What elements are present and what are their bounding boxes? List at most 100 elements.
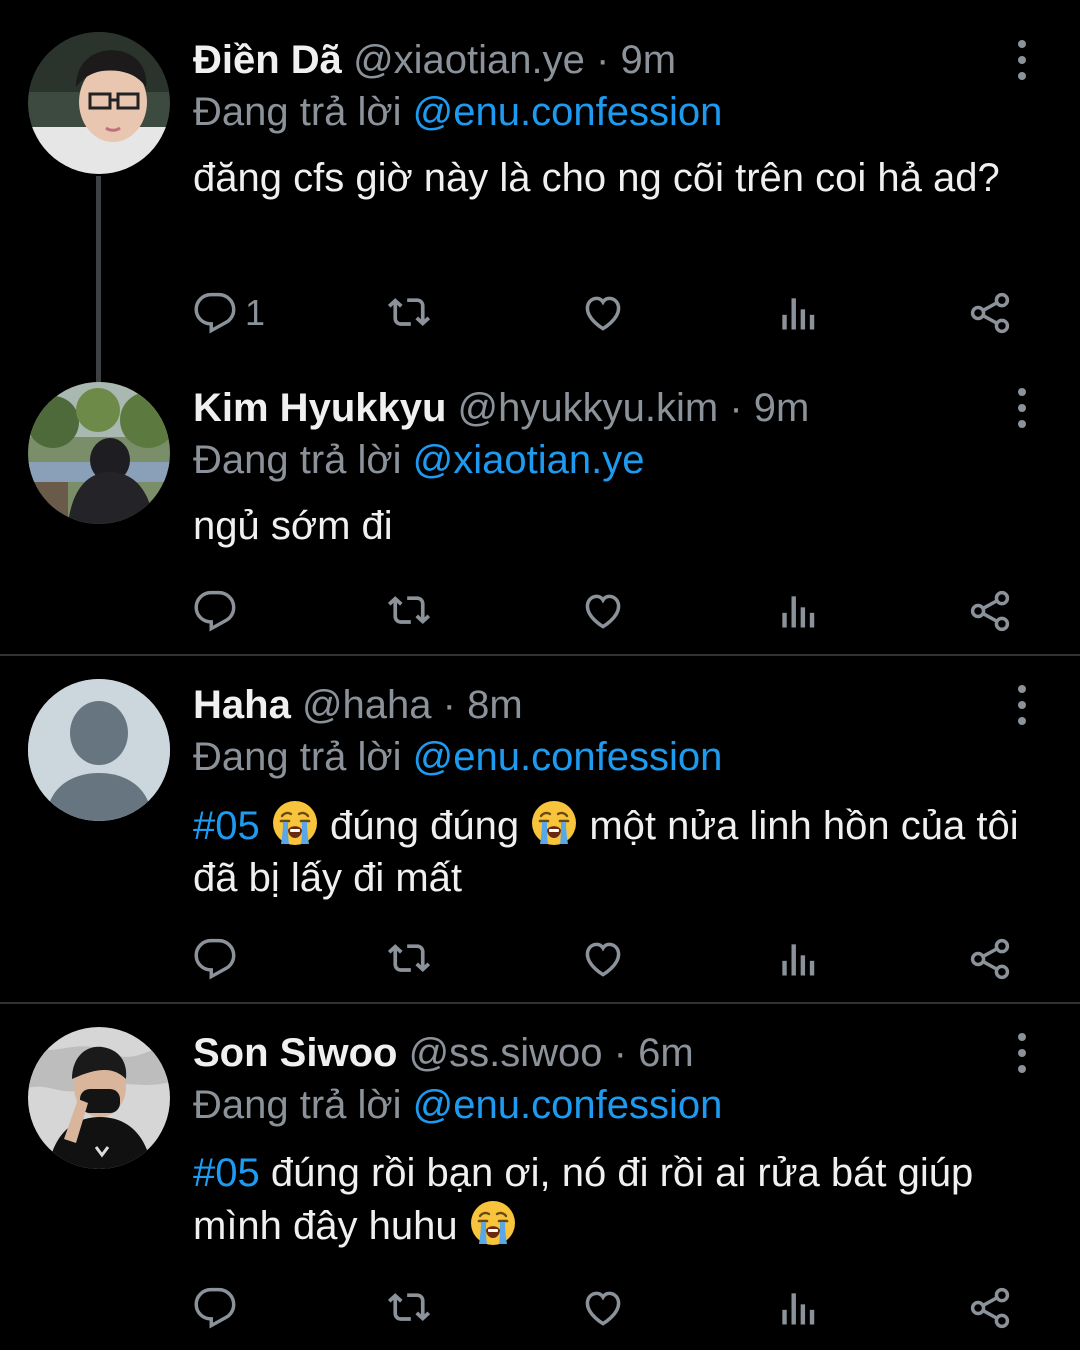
avatar-kim-hyukkyu[interactable] xyxy=(28,382,170,524)
retweet-icon xyxy=(387,589,431,633)
retweet-icon xyxy=(387,937,431,981)
action-bar xyxy=(0,1283,1080,1333)
views-icon xyxy=(775,937,819,981)
views-button[interactable] xyxy=(775,1283,819,1333)
hashtag-link[interactable]: #05 xyxy=(193,804,260,848)
tweet-text: #05 đúng rồi bạn ơi, nó đi rồi ai rửa bá… xyxy=(193,1147,1033,1252)
divider xyxy=(0,654,1080,656)
loudly-crying-face-emoji xyxy=(530,799,578,847)
tweet-text-part: đúng rồi bạn ơi, nó đi rồi ai rửa bát gi… xyxy=(193,1151,974,1248)
replying-to-link[interactable]: @enu.confession xyxy=(413,1083,723,1127)
share-icon xyxy=(968,291,1012,335)
default-avatar-icon xyxy=(28,679,170,821)
share-button[interactable] xyxy=(968,934,1012,984)
hashtag-link[interactable]: #05 xyxy=(193,1151,260,1195)
loudly-crying-face-emoji xyxy=(469,1199,517,1247)
author-name[interactable]: Kim Hyukkyu xyxy=(193,386,446,430)
reply-icon xyxy=(193,589,237,633)
heart-icon xyxy=(581,589,625,633)
views-icon xyxy=(775,291,819,335)
reply-button[interactable] xyxy=(193,934,237,984)
replying-to-link[interactable]: @enu.confession xyxy=(413,735,723,779)
share-icon xyxy=(968,589,1012,633)
tweet-header: Điền Dã @xiaotian.ye · 9m xyxy=(193,30,676,90)
author-name[interactable]: Son Siwoo xyxy=(193,1031,397,1075)
replying-to-link[interactable]: @enu.confession xyxy=(413,90,723,134)
like-button[interactable] xyxy=(581,288,625,338)
more-options-icon[interactable] xyxy=(1005,685,1039,725)
retweet-button[interactable] xyxy=(387,288,431,338)
retweet-icon xyxy=(387,1286,431,1330)
more-options-icon[interactable] xyxy=(1005,40,1039,80)
tweet-header: Son Siwoo @ss.siwoo · 6m xyxy=(193,1023,694,1083)
heart-icon xyxy=(581,1286,625,1330)
action-bar xyxy=(0,934,1080,984)
replying-to: Đang trả lời @enu.confession xyxy=(193,1077,722,1133)
tweet-text-part: đúng đúng xyxy=(330,804,520,848)
author-handle[interactable]: @hyukkyu.kim xyxy=(458,386,719,430)
replying-to: Đang trả lời @enu.confession xyxy=(193,729,722,785)
avatar-default[interactable] xyxy=(28,679,170,821)
timestamp[interactable]: 9m xyxy=(754,386,810,430)
reply-icon xyxy=(193,291,237,335)
reply-button[interactable] xyxy=(193,1283,237,1333)
tweet-text: ngủ sớm đi xyxy=(193,504,393,548)
replying-prefix: Đang trả lời xyxy=(193,90,413,134)
tweet-header: Kim Hyukkyu @hyukkyu.kim · 9m xyxy=(193,378,809,438)
replying-to: Đang trả lời @enu.confession xyxy=(193,84,722,140)
timestamp[interactable]: 6m xyxy=(638,1031,694,1075)
share-button[interactable] xyxy=(968,586,1012,636)
reply-button[interactable]: 1 xyxy=(193,288,265,338)
share-button[interactable] xyxy=(968,288,1012,338)
like-button[interactable] xyxy=(581,586,625,636)
more-options-icon[interactable] xyxy=(1005,1033,1039,1073)
views-button[interactable] xyxy=(775,586,819,636)
separator: · xyxy=(584,38,621,82)
separator: · xyxy=(602,1031,639,1075)
separator: · xyxy=(718,386,754,430)
reply-button[interactable] xyxy=(193,586,237,636)
replying-prefix: Đang trả lời xyxy=(193,438,413,482)
tweet-text: đăng cfs giờ này là cho ng cõi trên coi … xyxy=(193,156,1000,200)
heart-icon xyxy=(581,937,625,981)
reply-icon xyxy=(193,1286,237,1330)
thread-connector-line xyxy=(96,176,101,382)
author-handle[interactable]: @ss.siwoo xyxy=(409,1031,603,1075)
action-bar xyxy=(0,586,1080,636)
separator: · xyxy=(431,683,468,727)
like-button[interactable] xyxy=(581,934,625,984)
loudly-crying-face-emoji xyxy=(271,799,319,847)
replying-prefix: Đang trả lời xyxy=(193,1083,413,1127)
avatar-dien-da[interactable] xyxy=(28,32,170,174)
views-icon xyxy=(775,589,819,633)
views-button[interactable] xyxy=(775,934,819,984)
tweet-text: #05 đúng đúng một nửa linh hồn của tôi đ… xyxy=(193,799,1033,904)
reply-count: 1 xyxy=(245,292,266,333)
retweet-button[interactable] xyxy=(387,934,431,984)
reply-icon xyxy=(193,937,237,981)
views-icon xyxy=(775,1286,819,1330)
retweet-button[interactable] xyxy=(387,586,431,636)
author-name[interactable]: Điền Dã xyxy=(193,38,342,82)
author-handle[interactable]: @haha xyxy=(302,683,432,727)
share-icon xyxy=(968,1286,1012,1330)
author-handle[interactable]: @xiaotian.ye xyxy=(353,38,585,82)
retweet-icon xyxy=(387,291,431,335)
replying-to-link[interactable]: @xiaotian.ye xyxy=(413,438,645,482)
views-button[interactable] xyxy=(775,288,819,338)
replying-prefix: Đang trả lời xyxy=(193,735,413,779)
retweet-button[interactable] xyxy=(387,1283,431,1333)
heart-icon xyxy=(581,291,625,335)
action-bar: 1 xyxy=(0,288,1080,338)
divider xyxy=(0,1002,1080,1004)
tweet-header: Haha @haha · 8m xyxy=(193,675,523,735)
replying-to: Đang trả lời @xiaotian.ye xyxy=(193,432,645,488)
author-name[interactable]: Haha xyxy=(193,683,291,727)
avatar-son-siwoo[interactable] xyxy=(28,1027,170,1169)
more-options-icon[interactable] xyxy=(1005,388,1039,428)
timestamp[interactable]: 9m xyxy=(620,38,676,82)
timestamp[interactable]: 8m xyxy=(467,683,523,727)
like-button[interactable] xyxy=(581,1283,625,1333)
share-button[interactable] xyxy=(968,1283,1012,1333)
share-icon xyxy=(968,937,1012,981)
